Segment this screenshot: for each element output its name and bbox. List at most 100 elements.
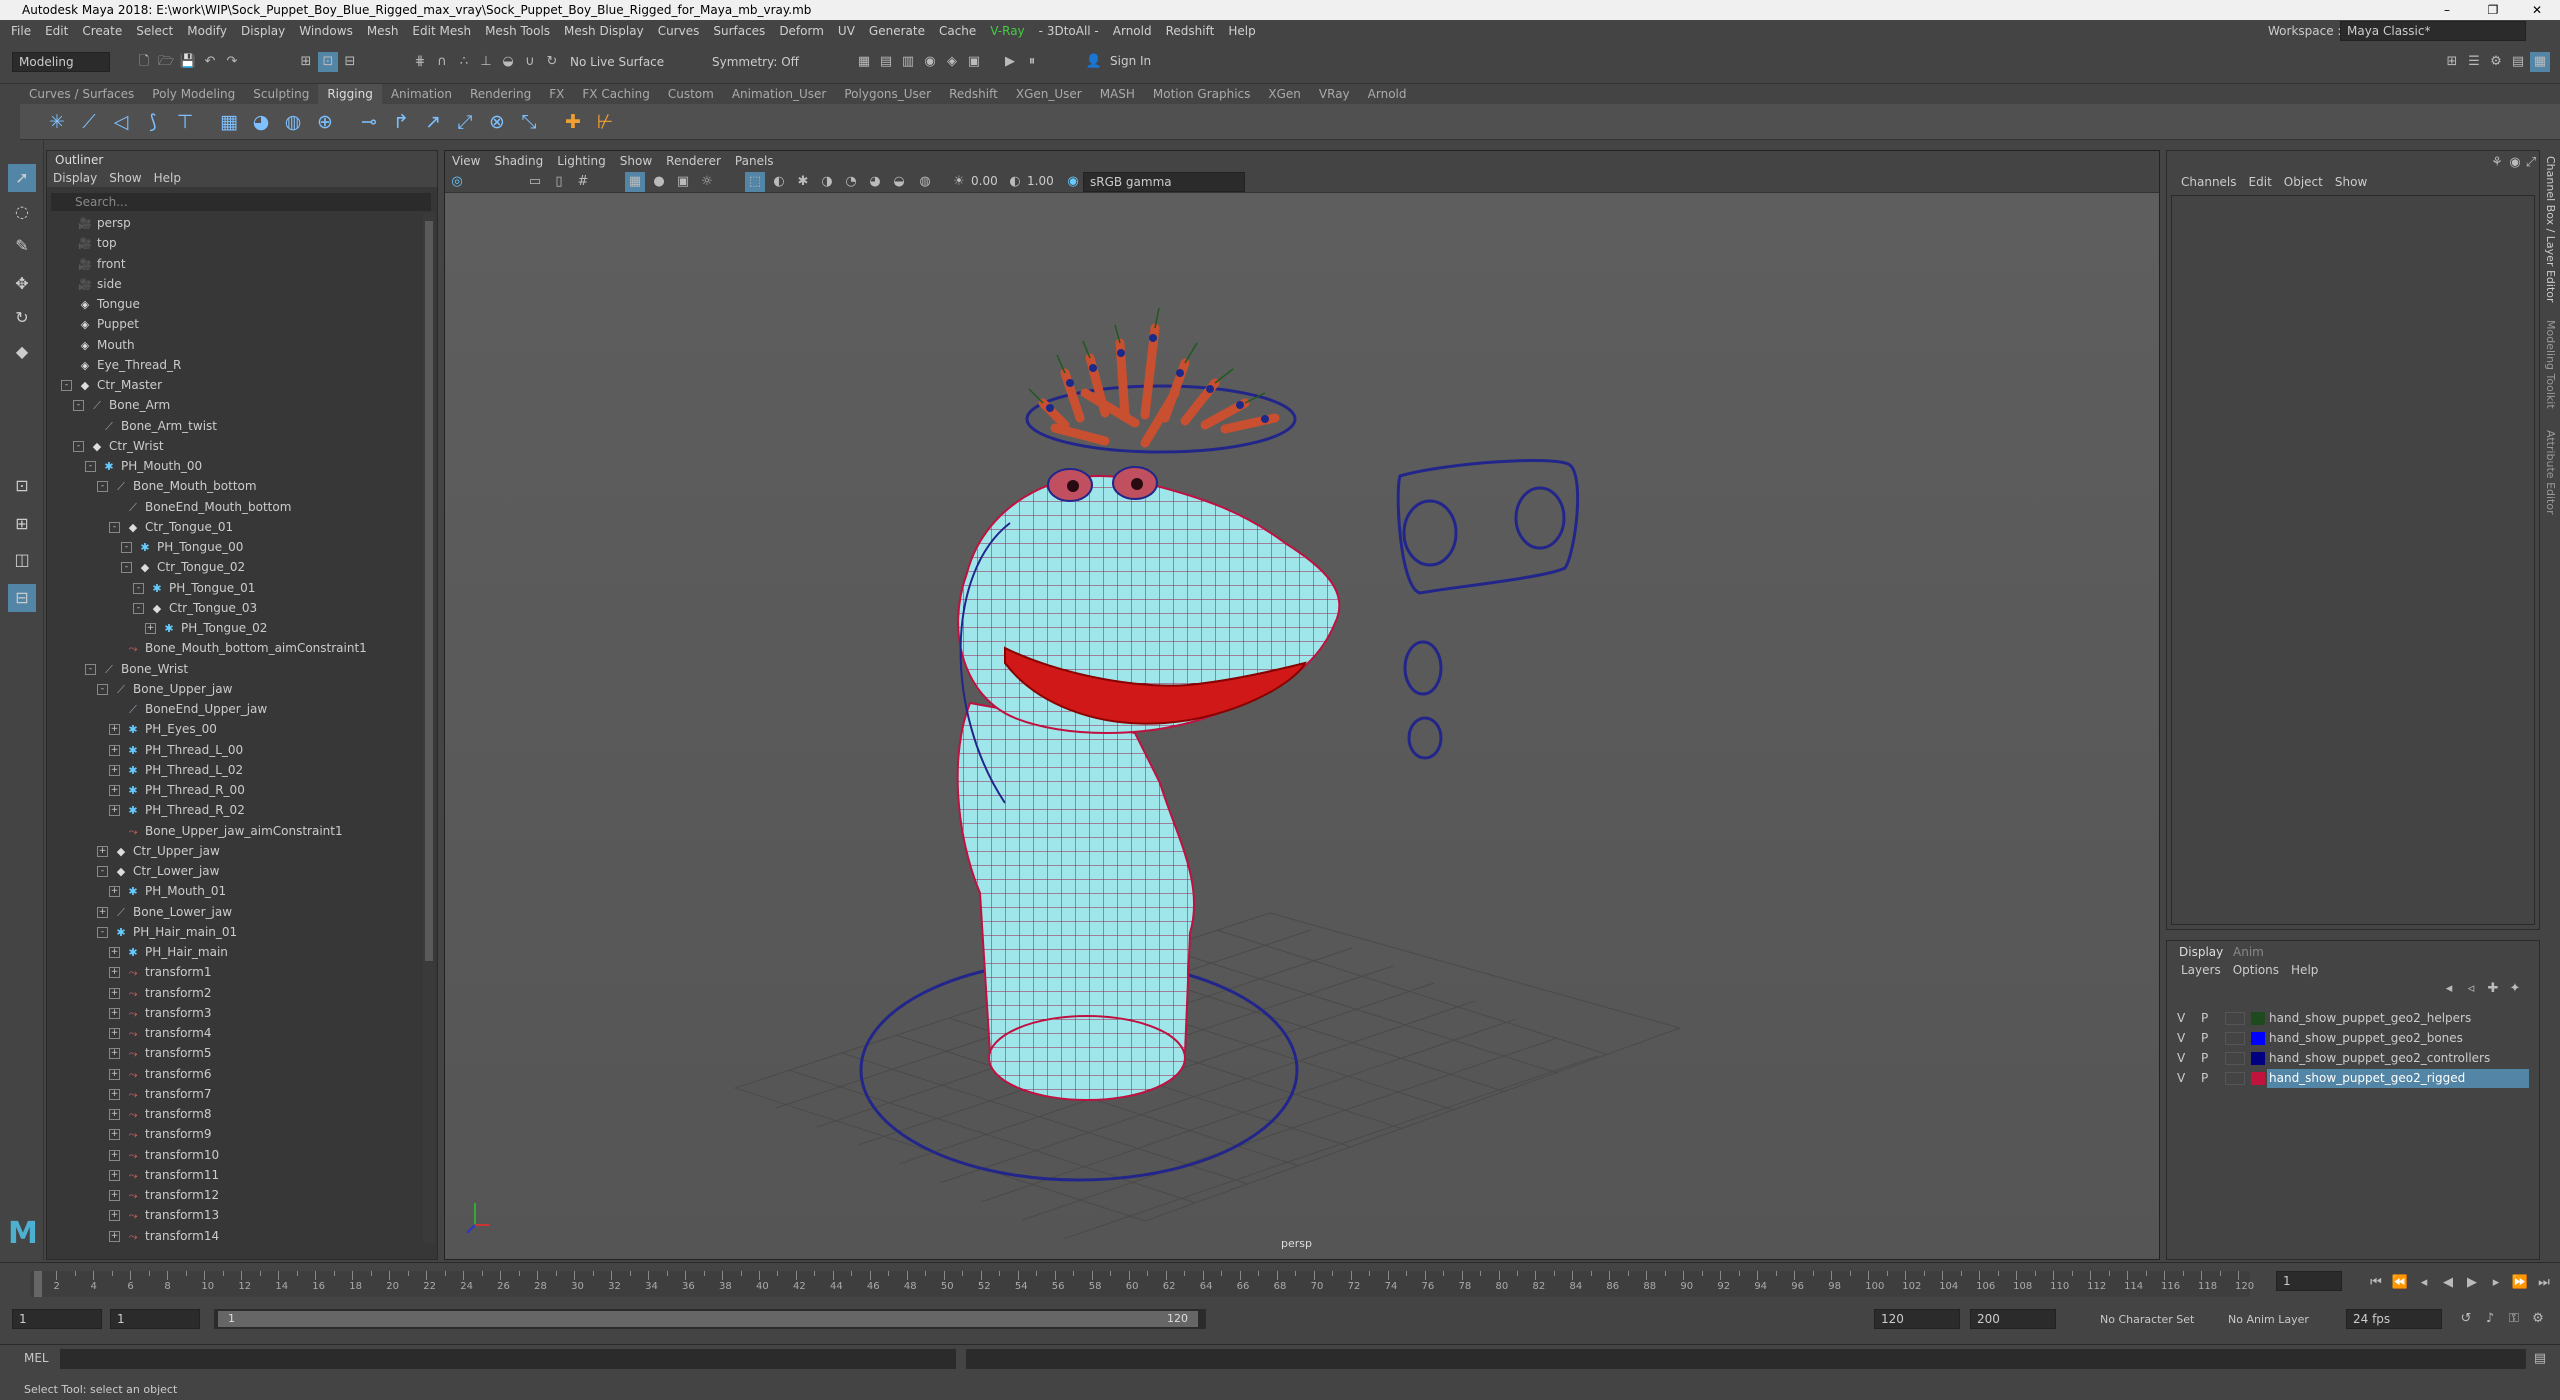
- outliner-menu-show[interactable]: Show: [103, 171, 147, 185]
- live-surface-label[interactable]: No Live Surface: [570, 55, 664, 69]
- outliner-item[interactable]: ✱ PH_Eyes_00: [125, 719, 216, 739]
- expand-toggle[interactable]: +: [109, 1028, 120, 1039]
- menu-curves[interactable]: Curves: [651, 20, 707, 42]
- layer-visibility-toggle[interactable]: V: [2177, 1069, 2185, 1088]
- outliner-item[interactable]: ⤳ transform6: [125, 1064, 212, 1084]
- shelf-tab-animation[interactable]: Animation: [382, 84, 461, 104]
- expand-toggle[interactable]: +: [109, 947, 120, 958]
- expand-toggle[interactable]: -: [97, 926, 108, 938]
- sign-in-button[interactable]: Sign In: [1104, 52, 1200, 72]
- expand-toggle[interactable]: -: [97, 683, 108, 695]
- menu-file[interactable]: File: [4, 20, 38, 42]
- expand-toggle[interactable]: -: [133, 602, 144, 614]
- expand-toggle[interactable]: +: [109, 1190, 120, 1201]
- fps-select[interactable]: 24 fps: [2346, 1309, 2442, 1329]
- channel-menu-edit[interactable]: Edit: [2243, 175, 2278, 189]
- color-management-icon[interactable]: ◉: [1063, 172, 1083, 192]
- anim-prefs-icon[interactable]: ⚙: [2528, 1309, 2548, 1329]
- snap-surface-icon[interactable]: ◒: [498, 52, 518, 72]
- outliner-menu-help[interactable]: Help: [148, 171, 187, 185]
- shelf-tab-fx[interactable]: FX: [540, 84, 573, 104]
- outliner-item[interactable]: ✱ PH_Tongue_02: [161, 618, 267, 638]
- outliner-search-input[interactable]: Search...: [51, 193, 431, 211]
- expand-toggle[interactable]: +: [109, 785, 120, 796]
- select-object-icon[interactable]: ⊡: [318, 52, 338, 72]
- channel-box-dock-icon[interactable]: ⤢: [2521, 153, 2541, 173]
- workspace-select[interactable]: Maya Classic*: [2340, 21, 2526, 41]
- layer-color-swatch[interactable]: [2251, 1032, 2265, 1045]
- layer-row[interactable]: V Phand_show_puppet_geo2_bones: [2173, 1029, 2533, 1048]
- isolate-select-icon[interactable]: ⬚: [745, 172, 765, 192]
- range-handle[interactable]: 1 120: [218, 1311, 1198, 1327]
- outliner-item[interactable]: ✱ PH_Tongue_00: [137, 537, 243, 557]
- outliner-item[interactable]: ⤳ transform8: [125, 1104, 212, 1124]
- ambient-occlusion-icon[interactable]: ◔: [841, 172, 861, 192]
- outliner-item[interactable]: ⟋ Bone_Lower_jaw: [113, 902, 232, 922]
- image-plane-icon[interactable]: ▯: [549, 172, 569, 192]
- layer-color-swatch[interactable]: [2251, 1052, 2265, 1065]
- render-frame-icon[interactable]: ▦: [854, 52, 874, 72]
- layer-type-toggle[interactable]: [2225, 1072, 2245, 1085]
- outliner-item[interactable]: ✱ PH_Thread_L_02: [125, 760, 243, 780]
- outliner-scrollbar[interactable]: [423, 213, 435, 1243]
- wrap-icon[interactable]: ◕: [248, 109, 274, 135]
- outliner-item[interactable]: ✱ PH_Thread_R_00: [125, 780, 244, 800]
- channel-box-icon[interactable]: ▤: [2508, 52, 2528, 72]
- channel-menu-show[interactable]: Show: [2329, 175, 2373, 189]
- layer-visibility-toggle[interactable]: V: [2177, 1009, 2185, 1028]
- select-tool-icon[interactable]: ➚: [8, 164, 36, 192]
- outliner-item[interactable]: ✱ PH_Mouth_00: [101, 456, 202, 476]
- menu-modify[interactable]: Modify: [180, 20, 234, 42]
- play-forward-icon[interactable]: ▶: [2462, 1273, 2482, 1293]
- render-seq-icon[interactable]: ▤: [876, 52, 896, 72]
- cluster-icon[interactable]: ⊤: [172, 109, 198, 135]
- current-time-marker[interactable]: [34, 1271, 42, 1297]
- rotate-tool-icon[interactable]: ↻: [8, 304, 36, 332]
- layer-visibility-toggle[interactable]: V: [2177, 1049, 2185, 1068]
- layer-tab-display[interactable]: Display: [2179, 945, 2223, 959]
- curve-warp-icon[interactable]: ⊬: [592, 109, 618, 135]
- sound-icon[interactable]: ♪: [2480, 1309, 2500, 1329]
- lights-icon[interactable]: ☼: [697, 172, 717, 192]
- layer-tab-anim[interactable]: Anim: [2233, 945, 2264, 959]
- expand-toggle[interactable]: +: [109, 1048, 120, 1060]
- menu-surfaces[interactable]: Surfaces: [706, 20, 772, 42]
- close-button[interactable]: ✕: [2514, 0, 2560, 20]
- menu-mesh-tools[interactable]: Mesh Tools: [478, 20, 557, 42]
- outliner-item[interactable]: ⟋ Bone_Arm_twist: [101, 416, 217, 436]
- viewport-menu-lighting[interactable]: Lighting: [550, 154, 613, 168]
- menu-3dtoall[interactable]: - 3DtoAll -: [1032, 20, 1106, 42]
- expand-toggle[interactable]: +: [109, 724, 120, 736]
- layer-visibility-toggle[interactable]: V: [2177, 1029, 2185, 1048]
- shelf-tab-sculpting[interactable]: Sculpting: [244, 84, 318, 104]
- outliner-item[interactable]: 🎥 persp: [77, 213, 131, 233]
- expand-toggle[interactable]: +: [109, 1068, 120, 1080]
- layer-playback-toggle[interactable]: P: [2201, 1009, 2208, 1028]
- menu-set-select[interactable]: Modeling: [12, 52, 110, 72]
- expand-toggle[interactable]: +: [109, 1230, 120, 1242]
- snap-view-icon[interactable]: ⊥: [476, 52, 496, 72]
- outliner-item[interactable]: ◆ Ctr_Tongue_01: [125, 517, 233, 537]
- expand-toggle[interactable]: -: [133, 582, 144, 594]
- render-settings-icon[interactable]: ◉: [920, 52, 940, 72]
- shelf-tab-rendering[interactable]: Rendering: [461, 84, 540, 104]
- channel-box-key-icon[interactable]: ⚘: [2487, 153, 2507, 173]
- outliner-item[interactable]: ◈ Puppet: [77, 314, 139, 334]
- current-frame-field[interactable]: 1: [2276, 1271, 2342, 1291]
- outliner-item[interactable]: ◈ Eye_Thread_R: [77, 355, 182, 375]
- shelf-tab-vray[interactable]: VRay: [1310, 84, 1359, 104]
- expand-toggle[interactable]: -: [97, 481, 108, 493]
- channel-menu-channels[interactable]: Channels: [2175, 175, 2243, 189]
- paint-select-icon[interactable]: ✎: [8, 232, 36, 260]
- expand-toggle[interactable]: +: [109, 805, 120, 817]
- layer-menu-options[interactable]: Options: [2227, 963, 2285, 977]
- exposure-field[interactable]: 0.00: [969, 172, 1003, 192]
- aim-constraint-icon[interactable]: ↱: [388, 109, 414, 135]
- xray-icon[interactable]: ◐: [769, 172, 789, 192]
- command-language-label[interactable]: MEL: [24, 1351, 49, 1365]
- user-icon[interactable]: 👤: [1084, 52, 1104, 72]
- outliner-item[interactable]: ⟋ BoneEnd_Mouth_bottom: [125, 497, 291, 517]
- side-tab-attribute-editor[interactable]: Attribute Editor: [2544, 430, 2557, 515]
- xray-joints-icon[interactable]: ✱: [793, 172, 813, 192]
- outliner-item[interactable]: 🎥 front: [77, 254, 125, 274]
